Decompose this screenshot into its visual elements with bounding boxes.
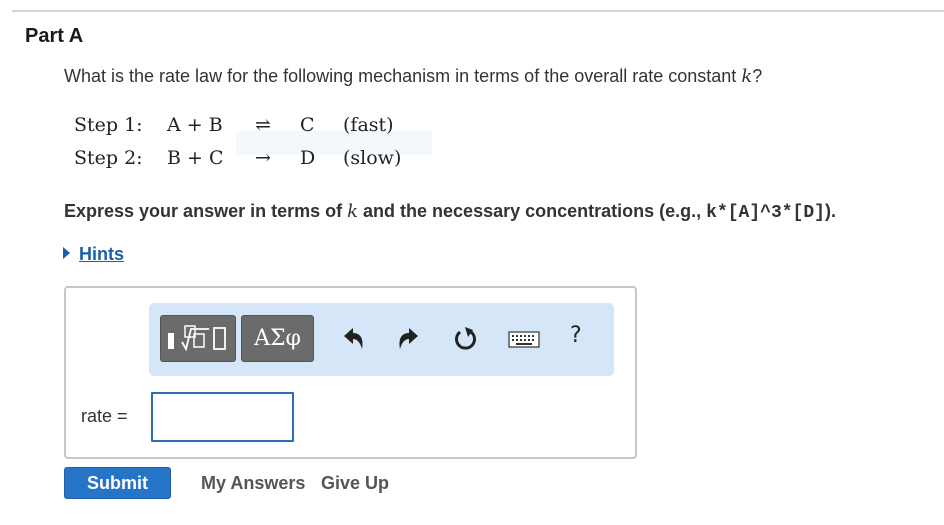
instructions-suffix: ).: [824, 201, 836, 221]
question-body: What is the rate law for the following m…: [64, 66, 742, 86]
reset-button[interactable]: [451, 325, 479, 353]
reset-icon: [455, 327, 476, 350]
keyboard-icon: [508, 331, 540, 348]
help-button[interactable]: ?: [570, 323, 598, 351]
expand-triangle-icon: [63, 247, 70, 259]
step-product: D: [300, 147, 316, 169]
undo-icon: [344, 328, 363, 349]
instructions-middle: and the necessary concentrations (e.g.,: [358, 201, 707, 221]
step-reactants: B + C: [167, 147, 224, 169]
question-suffix: ?: [752, 66, 763, 86]
rate-label: rate =: [81, 406, 128, 426]
part-title: Part A: [25, 25, 84, 47]
rate-answer-input[interactable]: [151, 392, 294, 442]
math-toolbar: ΑΣφ ?: [149, 303, 614, 376]
question-variable: k: [741, 66, 753, 87]
redo-icon: [399, 328, 418, 349]
step-speed: (slow): [343, 147, 402, 169]
templates-button[interactable]: [160, 315, 236, 362]
reaction-arrow: →: [255, 147, 271, 169]
templates-icon: [168, 324, 226, 351]
undo-button[interactable]: [341, 325, 369, 353]
step-label: Step 2:: [74, 147, 143, 169]
step-product: C: [300, 114, 315, 136]
equilibrium-arrow: ⇌: [255, 114, 271, 136]
submit-button[interactable]: Submit: [64, 467, 171, 499]
step-reactants: A + B: [167, 114, 223, 136]
step-speed: (fast): [343, 114, 394, 136]
greek-symbols-button[interactable]: ΑΣφ: [241, 315, 314, 362]
instructions-prefix: Express your answer in terms of: [64, 201, 348, 221]
hints-label: Hints: [79, 244, 124, 264]
step-label: Step 1:: [74, 114, 143, 136]
hints-toggle[interactable]: Hints: [63, 244, 124, 265]
answer-instructions: Express your answer in terms of k and th…: [64, 201, 836, 223]
help-icon: ?: [570, 323, 582, 348]
question-text: What is the rate law for the following m…: [64, 66, 762, 87]
give-up-button[interactable]: Give Up: [321, 473, 389, 494]
top-divider: [12, 10, 944, 12]
redo-button[interactable]: [393, 325, 421, 353]
instructions-variable: k: [347, 201, 359, 222]
keyboard-button[interactable]: [507, 325, 541, 353]
instructions-example: k*[A]^3*[D]: [706, 203, 825, 223]
my-answers-button[interactable]: My Answers: [201, 473, 305, 494]
